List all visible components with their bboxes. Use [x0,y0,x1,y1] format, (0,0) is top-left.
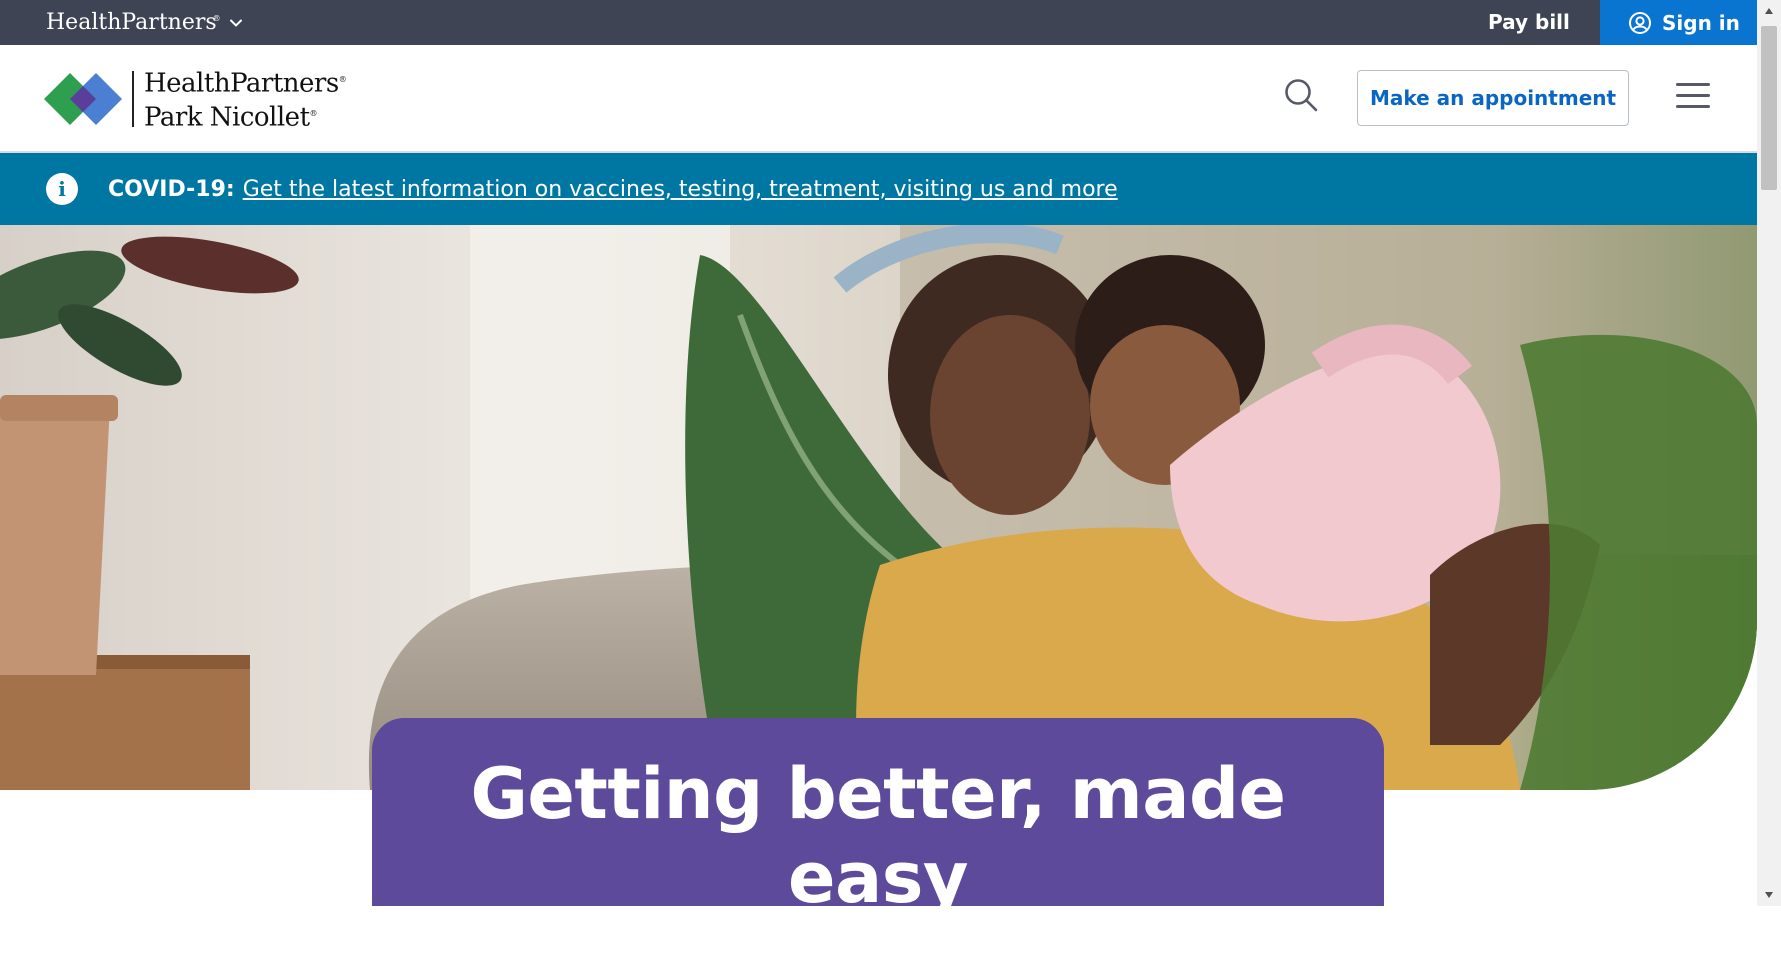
scrollbar-thumb[interactable] [1761,26,1777,190]
scrollbar[interactable] [1757,0,1781,906]
brand-switcher[interactable]: HealthPartners® [46,0,243,45]
logo-diamond-icon [44,73,122,125]
site-header: HealthPartners® Park Nicollet® Make an a… [0,45,1757,153]
logo-line-1: HealthPartners [144,69,339,99]
utility-bar: HealthPartners® Pay bill Sign in [0,0,1757,45]
covid-alert-banner: i COVID-19: Get the latest information o… [0,153,1757,225]
make-appointment-button[interactable]: Make an appointment [1357,70,1629,126]
healthpartners-park-nicollet-logo[interactable]: HealthPartners® Park Nicollet® [44,69,347,132]
covid-info-link[interactable]: Get the latest information on vaccines, … [243,177,1118,202]
search-icon[interactable] [1283,77,1319,113]
logo-divider [132,71,134,127]
alert-label: COVID-19: [108,176,235,202]
scroll-down-arrow-icon[interactable] [1757,884,1781,906]
hero-promo-card: Getting better, made easy Board-certifie… [372,718,1384,958]
trademark: ® [212,13,221,23]
trademark: ® [309,109,318,118]
hero-image [0,225,1757,790]
trademark: ® [338,75,347,85]
logo-line-2: Park Nicollet [144,102,310,133]
hamburger-menu-icon[interactable] [1676,83,1710,109]
logo-wordmark: HealthPartners® Park Nicollet® [144,65,347,133]
hero-title: Getting better, made easy [470,753,1286,919]
scroll-up-arrow-icon[interactable] [1757,0,1781,22]
info-icon: i [46,173,78,205]
chevron-down-icon [229,19,242,27]
hero-subtitle: Board-certified doctors • Affordable 24/… [389,928,1367,958]
sign-in-label: Sign in [1662,10,1740,35]
hero-illustration [0,225,1757,790]
brand-switcher-label: HealthPartners [46,10,217,35]
sign-in-button[interactable]: Sign in [1600,0,1757,45]
user-circle-icon [1629,11,1651,34]
pay-bill-link[interactable]: Pay bill [1488,0,1570,45]
